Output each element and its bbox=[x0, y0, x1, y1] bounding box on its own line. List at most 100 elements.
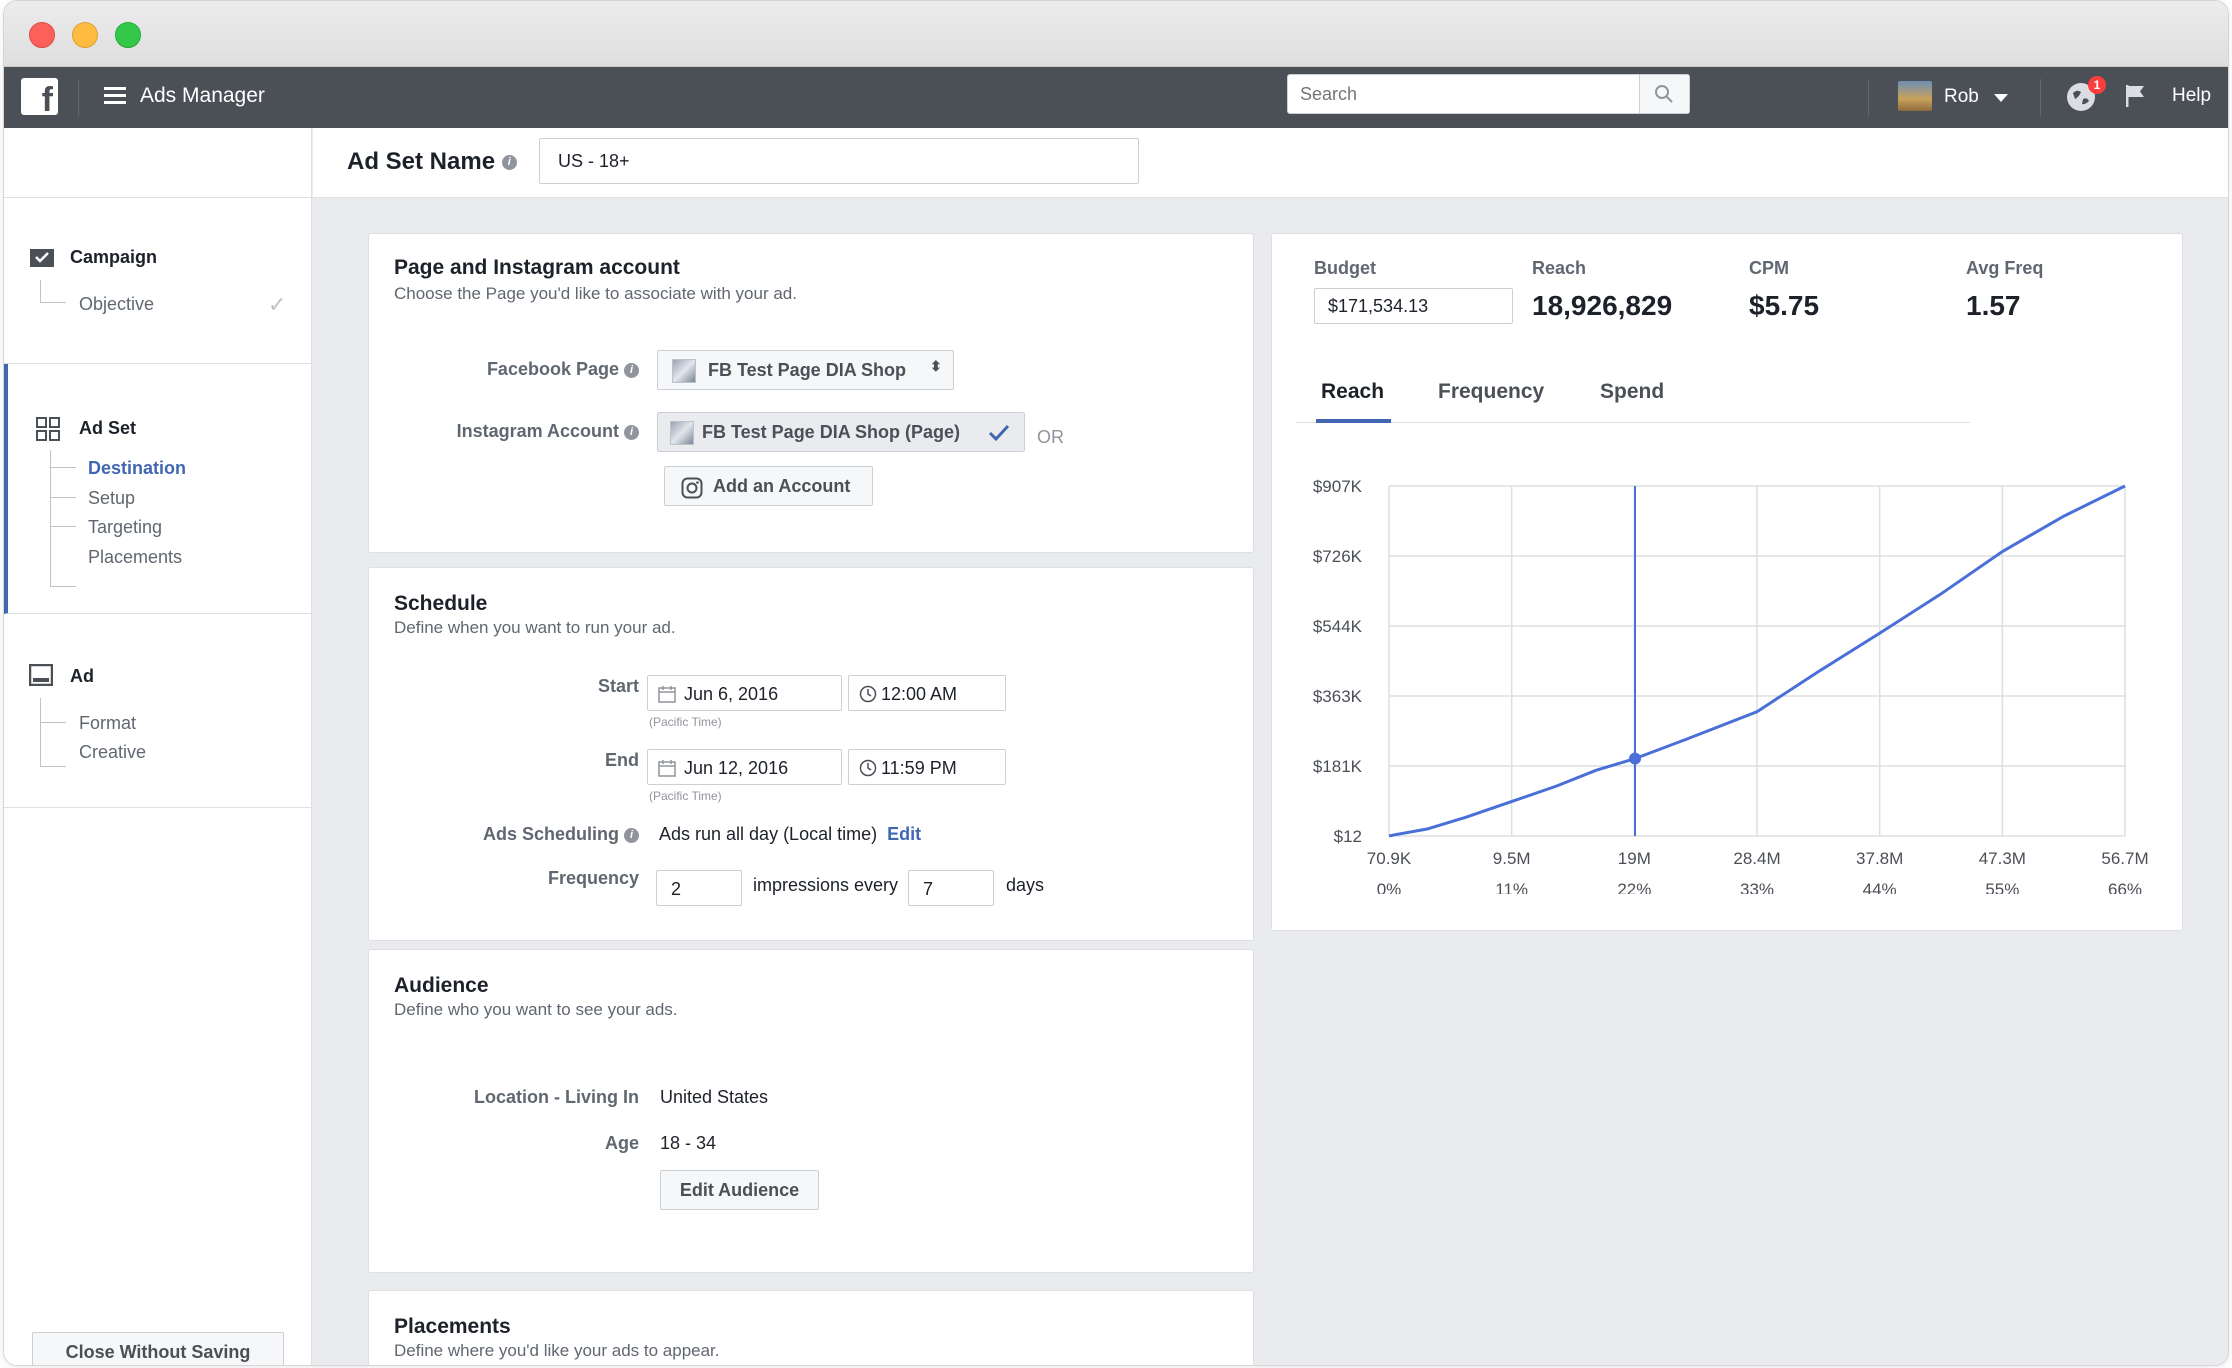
x-tick-label: 28.4M bbox=[1733, 849, 1780, 868]
ads-scheduling-text: Ads run all day (Local time) bbox=[659, 824, 878, 844]
facebook-page-value: FB Test Page DIA Shop bbox=[708, 360, 907, 380]
frequency-impressions-input[interactable]: 2 bbox=[656, 870, 742, 906]
card-subtitle: Define who you want to see your ads. bbox=[394, 1000, 678, 1019]
card-subtitle: Choose the Page you'd like to associate … bbox=[394, 284, 797, 303]
user-name: Rob bbox=[1944, 86, 1979, 107]
edit-audience-button[interactable]: Edit Audience bbox=[660, 1170, 819, 1210]
budget-input[interactable]: $171,534.13 bbox=[1314, 288, 1513, 324]
x-tick-label: 56.7M bbox=[2101, 849, 2148, 868]
x-tick-percent-label: 11% bbox=[1495, 880, 1528, 894]
estimate-card: Budget $171,534.13 Reach 18,926,829 CPM … bbox=[1271, 233, 2183, 931]
start-time-input[interactable]: 12:00 AM bbox=[848, 675, 1006, 711]
frequency-days-input[interactable]: 7 bbox=[908, 870, 994, 906]
age-value: 18 - 34 bbox=[660, 1133, 717, 1153]
tree-line bbox=[40, 698, 41, 766]
chevron-down-icon bbox=[1994, 94, 2008, 102]
card-subtitle: Define where you'd like your ads to appe… bbox=[394, 1341, 720, 1360]
start-date-input[interactable]: Jun 6, 2016 bbox=[647, 675, 842, 711]
sidebar-item-destination[interactable]: Destination bbox=[88, 458, 186, 479]
campaign-icon bbox=[30, 249, 54, 267]
nav-divider bbox=[1868, 79, 1869, 116]
avg-freq-value: 1.57 bbox=[1966, 290, 2021, 321]
nav-divider bbox=[78, 79, 79, 116]
close-window-button[interactable] bbox=[29, 22, 55, 48]
ad-set-name-label: Ad Set Name i bbox=[347, 148, 517, 176]
sidebar-item-targeting[interactable]: Targeting bbox=[88, 517, 162, 538]
sidebar-item-adset[interactable]: Ad Set bbox=[79, 418, 136, 439]
ad-set-name-input[interactable] bbox=[539, 138, 1139, 184]
reach-chart: 70.9K 0% 9.5M 11% 19M 22% 28.4M 33% 37.8M 44% 47.3… bbox=[1313, 477, 2149, 894]
instagram-account-selector[interactable]: FB Test Page DIA Shop (Page) bbox=[657, 412, 1025, 452]
sidebar-group-ad: Ad Format Creative bbox=[4, 614, 312, 808]
card-title: Page and Instagram account bbox=[394, 256, 680, 279]
impressions-every-label: impressions every bbox=[753, 875, 899, 895]
ads-scheduling-value: Ads run all day (Local time) Edit bbox=[659, 824, 921, 845]
tab-spend[interactable]: Spend bbox=[1600, 380, 1664, 404]
tab-reach[interactable]: Reach bbox=[1321, 380, 1384, 404]
sidebar-item-ad[interactable]: Ad bbox=[70, 666, 94, 687]
help-link[interactable]: Help bbox=[2172, 85, 2211, 107]
start-time-value: 12:00 AM bbox=[881, 684, 958, 704]
sidebar-item-placements[interactable]: Placements bbox=[88, 547, 182, 568]
sidebar-item-campaign[interactable]: Campaign bbox=[70, 247, 157, 268]
sidebar-item-creative[interactable]: Creative bbox=[79, 742, 146, 763]
avg-freq-label: Avg Freq bbox=[1966, 258, 2044, 278]
edit-scheduling-link[interactable]: Edit bbox=[887, 824, 921, 844]
end-label: End bbox=[605, 750, 639, 770]
timezone-note: (Pacific Time) bbox=[649, 789, 722, 803]
hamburger-menu-icon[interactable] bbox=[104, 87, 126, 105]
page-instagram-card: Page and Instagram account Choose the Pa… bbox=[368, 233, 1254, 553]
search-input[interactable] bbox=[1288, 75, 1628, 113]
minimize-window-button[interactable] bbox=[72, 22, 98, 48]
notification-badge: 1 bbox=[2088, 76, 2106, 94]
tab-frequency[interactable]: Frequency bbox=[1438, 380, 1544, 404]
info-icon[interactable]: i bbox=[624, 424, 639, 440]
card-subtitle: Define when you want to run your ad. bbox=[394, 618, 676, 637]
sort-arrows-icon: ⬍ bbox=[930, 358, 942, 374]
facebook-page-selector[interactable]: FB Test Page DIA Shop ⬍ bbox=[657, 350, 954, 390]
add-account-button[interactable]: Add an Account bbox=[664, 466, 873, 506]
tree-line bbox=[50, 526, 76, 527]
add-account-label: Add an Account bbox=[713, 475, 851, 496]
sidebar-group-adset: Ad Set Destination Setup Targeting Place… bbox=[4, 364, 312, 614]
selected-reach-point bbox=[1629, 752, 1642, 765]
audience-card: Audience Define who you want to see your… bbox=[368, 949, 1254, 1273]
x-tick-percent-label: 0% bbox=[1377, 880, 1402, 894]
sidebar-item-format[interactable]: Format bbox=[79, 713, 136, 734]
grid-icon bbox=[36, 417, 60, 441]
facebook-page-label-text: Facebook Page bbox=[486, 359, 619, 379]
x-tick-percent-label: 55% bbox=[1985, 880, 2019, 894]
end-time-input[interactable]: 11:59 PM bbox=[848, 749, 1006, 785]
sidebar-item-setup[interactable]: Setup bbox=[88, 488, 135, 509]
y-tick-label: $726K bbox=[1313, 547, 1363, 566]
info-icon[interactable]: i bbox=[624, 827, 639, 843]
days-label: days bbox=[1006, 875, 1045, 895]
search-button[interactable] bbox=[1639, 75, 1689, 113]
cpm-value: $5.75 bbox=[1749, 290, 1820, 321]
search-icon bbox=[1655, 85, 1673, 103]
sidebar-item-objective[interactable]: Objective bbox=[79, 294, 154, 315]
app-title[interactable]: Ads Manager bbox=[140, 84, 265, 108]
ad-set-name-text: Ad Set Name bbox=[347, 148, 496, 175]
info-icon[interactable]: i bbox=[501, 155, 517, 171]
ad-set-name-bar: Ad Set Name i bbox=[313, 128, 2228, 198]
instagram-account-label: Instagram Account i bbox=[409, 421, 639, 442]
checkmark-icon: ✓ bbox=[268, 292, 287, 317]
calendar-icon bbox=[658, 686, 676, 703]
card-title: Schedule bbox=[394, 592, 488, 615]
flag-icon[interactable] bbox=[2124, 83, 2148, 114]
tree-line bbox=[50, 450, 51, 587]
x-tick-label: 47.3M bbox=[1979, 849, 2026, 868]
nav-divider bbox=[2040, 79, 2041, 116]
facebook-page-label: Facebook Page i bbox=[409, 359, 639, 380]
x-tick-percent-label: 33% bbox=[1740, 880, 1774, 894]
search-box bbox=[1287, 74, 1690, 114]
x-tick-label: 37.8M bbox=[1856, 849, 1903, 868]
info-icon[interactable]: i bbox=[624, 362, 639, 378]
end-date-input[interactable]: Jun 12, 2016 bbox=[647, 749, 842, 785]
zoom-window-button[interactable] bbox=[115, 22, 141, 48]
page-thumbnail bbox=[672, 359, 696, 383]
close-without-saving-button[interactable]: Close Without Saving bbox=[32, 1332, 284, 1365]
facebook-logo-icon[interactable]: f bbox=[21, 78, 58, 115]
end-date-value: Jun 12, 2016 bbox=[684, 758, 789, 778]
